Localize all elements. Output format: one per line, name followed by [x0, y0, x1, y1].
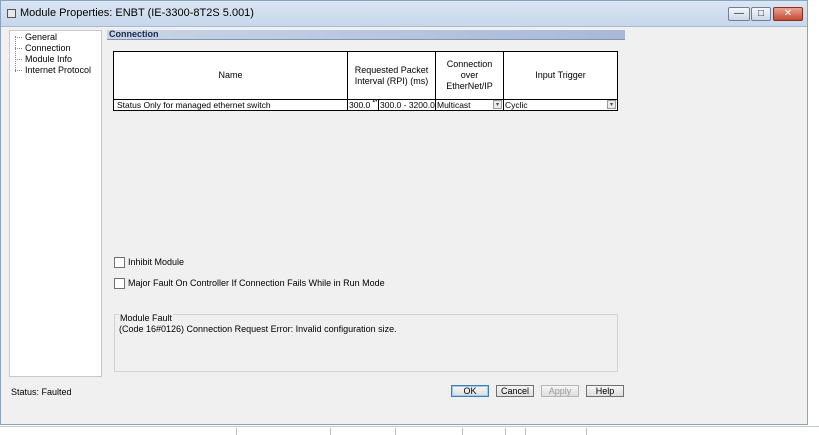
- minimize-button[interactable]: —: [728, 7, 750, 21]
- rpi-spin-icon[interactable]: ▴▾: [372, 99, 378, 110]
- input-trigger-value: Cyclic: [505, 100, 528, 110]
- strip-divider: [525, 428, 526, 435]
- category-tree: General Connection Module Info Internet …: [9, 30, 102, 377]
- major-fault-label[interactable]: Major Fault On Controller If Connection …: [128, 278, 385, 288]
- header-connection-type: Connection over EtherNet/IP: [436, 52, 504, 99]
- status-text: Status: Faulted: [11, 387, 72, 397]
- connection-table: Name Requested Packet Interval (RPI) (ms…: [113, 51, 618, 111]
- background-strip: [0, 426, 819, 435]
- nav-item-general[interactable]: General: [15, 32, 57, 42]
- connection-type-value: Multicast: [437, 100, 471, 110]
- minimize-icon: —: [734, 8, 744, 19]
- header-input-trigger: Input Trigger: [535, 70, 586, 80]
- rpi-input[interactable]: 300.0 ▴▾: [348, 99, 379, 111]
- chevron-down-icon[interactable]: ▾: [607, 100, 616, 109]
- strip-divider: [330, 428, 331, 435]
- close-icon: ✕: [783, 8, 793, 19]
- input-trigger-select[interactable]: Cyclic ▾: [504, 99, 617, 111]
- major-fault-checkbox[interactable]: [114, 277, 125, 289]
- inhibit-module-label[interactable]: Inhibit Module: [128, 257, 184, 267]
- title-bar[interactable]: Module Properties: ENBT (IE-3300-8T2S 5.…: [1, 1, 807, 27]
- rpi-value: 300.0: [349, 100, 371, 110]
- cancel-button[interactable]: Cancel: [496, 385, 534, 397]
- background-area: [808, 0, 819, 426]
- rpi-range-cell: 300.0 - 3200.0: [380, 99, 436, 111]
- help-button[interactable]: Help: [586, 385, 624, 397]
- table-row[interactable]: Status Only for managed ethernet switch …: [114, 99, 617, 111]
- nav-item-module-info[interactable]: Module Info: [15, 54, 72, 64]
- strip-divider: [236, 428, 237, 435]
- window-app-icon: [7, 9, 16, 18]
- module-fault-title: Module Fault: [119, 313, 174, 323]
- window-title: Module Properties: ENBT (IE-3300-8T2S 5.…: [20, 7, 254, 19]
- close-button[interactable]: ✕: [773, 7, 803, 21]
- module-fault-group: Module Fault (Code 16#0126) Connection R…: [114, 313, 618, 372]
- strip-divider: [505, 428, 506, 435]
- section-header: Connection: [107, 29, 625, 40]
- major-fault-option[interactable]: Major Fault On Controller If Connection …: [114, 277, 385, 289]
- connection-type-select[interactable]: Multicast ▾: [436, 99, 504, 111]
- nav-item-internet-protocol[interactable]: Internet Protocol: [15, 65, 91, 75]
- maximize-button[interactable]: □: [751, 7, 771, 21]
- section-title: Connection: [109, 29, 159, 39]
- strip-divider: [395, 428, 396, 435]
- module-properties-window: Module Properties: ENBT (IE-3300-8T2S 5.…: [0, 0, 808, 425]
- header-rpi: Requested Packet Interval (RPI) (ms): [348, 52, 436, 99]
- inhibit-module-checkbox[interactable]: [114, 256, 125, 268]
- nav-item-connection[interactable]: Connection: [15, 43, 71, 53]
- chevron-down-icon[interactable]: ▾: [493, 100, 502, 109]
- strip-divider: [586, 428, 587, 435]
- strip-divider: [462, 428, 463, 435]
- connection-name-cell[interactable]: Status Only for managed ethernet switch: [114, 99, 348, 111]
- header-name: Name: [114, 52, 348, 99]
- inhibit-module-option[interactable]: Inhibit Module: [114, 256, 184, 268]
- apply-button[interactable]: Apply: [541, 385, 579, 397]
- ok-button[interactable]: OK: [451, 385, 489, 397]
- maximize-icon: □: [757, 8, 765, 19]
- module-fault-message: (Code 16#0126) Connection Request Error:…: [119, 324, 397, 334]
